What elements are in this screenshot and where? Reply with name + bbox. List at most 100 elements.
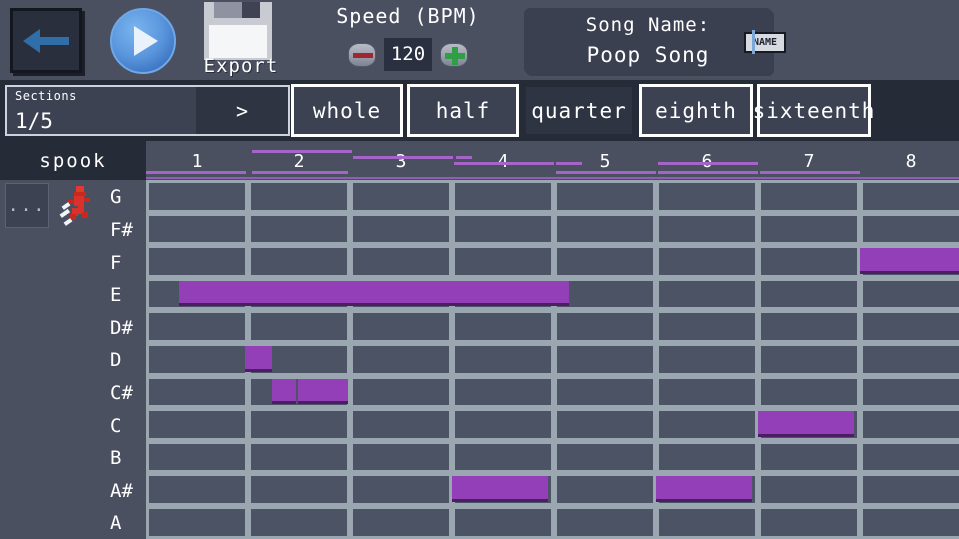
grid-cell[interactable] (863, 281, 959, 308)
grid-cell[interactable] (353, 411, 449, 438)
grid-cell[interactable] (251, 411, 347, 438)
grid-cell[interactable] (863, 476, 959, 503)
grid-cell[interactable] (149, 509, 245, 536)
grid-cell[interactable] (455, 379, 551, 406)
grid-cell[interactable] (149, 411, 245, 438)
back-button[interactable] (10, 8, 82, 73)
note-block-Asharp[interactable] (656, 476, 752, 502)
grid-cell[interactable] (455, 509, 551, 536)
grid-cell[interactable] (761, 183, 857, 210)
grid-cell[interactable] (455, 183, 551, 210)
play-button[interactable] (108, 8, 178, 73)
track-name-button[interactable]: spook (0, 141, 146, 180)
grid-cell[interactable] (659, 248, 755, 275)
duration-button-eighth[interactable]: eighth (639, 84, 753, 137)
grid-cell[interactable] (251, 216, 347, 243)
duration-button-half[interactable]: half (407, 84, 519, 137)
grid-cell[interactable] (557, 183, 653, 210)
grid-cell[interactable] (863, 313, 959, 340)
note-block-C[interactable] (758, 411, 854, 437)
note-block-F[interactable] (860, 248, 959, 274)
grid-cell[interactable] (149, 379, 245, 406)
note-block-Asharp[interactable] (452, 476, 548, 502)
plus-circle-icon[interactable] (440, 43, 468, 67)
grid-cell[interactable] (863, 379, 959, 406)
running-figure-icon[interactable] (58, 184, 96, 226)
grid-cell[interactable] (353, 248, 449, 275)
grid-cell[interactable] (863, 444, 959, 471)
track-options-button[interactable]: ... (5, 183, 49, 228)
grid-cell[interactable] (455, 444, 551, 471)
grid-cell[interactable] (353, 216, 449, 243)
grid-cell[interactable] (353, 313, 449, 340)
grid-cell[interactable] (659, 509, 755, 536)
name-edit-button[interactable]: NAME (744, 32, 786, 53)
grid-cell[interactable] (761, 313, 857, 340)
grid-cell[interactable] (761, 281, 857, 308)
grid-cell[interactable] (659, 444, 755, 471)
grid-cell[interactable] (455, 248, 551, 275)
grid-cell[interactable] (353, 183, 449, 210)
note-block-Csharp[interactable] (272, 379, 296, 405)
grid-cell[interactable] (149, 444, 245, 471)
grid-cell[interactable] (557, 509, 653, 536)
grid-cell[interactable] (761, 509, 857, 536)
grid-cell[interactable] (251, 476, 347, 503)
note-block-D[interactable] (245, 346, 272, 372)
grid-cell[interactable] (455, 216, 551, 243)
piano-roll-grid[interactable] (146, 180, 959, 539)
grid-cell[interactable] (863, 183, 959, 210)
grid-cell[interactable] (557, 281, 653, 308)
grid-cell[interactable] (557, 313, 653, 340)
grid-cell[interactable] (149, 346, 245, 373)
grid-cell[interactable] (557, 346, 653, 373)
grid-cell[interactable] (149, 313, 245, 340)
grid-cell[interactable] (251, 248, 347, 275)
grid-cell[interactable] (455, 411, 551, 438)
grid-cell[interactable] (659, 313, 755, 340)
grid-cell[interactable] (557, 248, 653, 275)
grid-cell[interactable] (659, 183, 755, 210)
grid-cell[interactable] (455, 346, 551, 373)
duration-button-sixteenth[interactable]: sixteenth (757, 84, 871, 137)
grid-cell[interactable] (251, 183, 347, 210)
grid-cell[interactable] (863, 509, 959, 536)
grid-cell[interactable] (557, 476, 653, 503)
grid-cell[interactable] (149, 183, 245, 210)
sections-panel[interactable]: Sections 1/5 > (5, 85, 290, 136)
grid-cell[interactable] (659, 346, 755, 373)
grid-cell[interactable] (761, 379, 857, 406)
grid-cell[interactable] (761, 444, 857, 471)
grid-cell[interactable] (863, 216, 959, 243)
grid-cell[interactable] (149, 216, 245, 243)
note-block-E[interactable] (179, 281, 569, 307)
grid-cell[interactable] (659, 281, 755, 308)
grid-cell[interactable] (455, 313, 551, 340)
grid-cell[interactable] (149, 476, 245, 503)
grid-cell[interactable] (761, 346, 857, 373)
duration-button-whole[interactable]: whole (291, 84, 403, 137)
grid-cell[interactable] (761, 248, 857, 275)
grid-cell[interactable] (557, 411, 653, 438)
grid-cell[interactable] (557, 444, 653, 471)
export-button[interactable]: Export (196, 2, 286, 78)
grid-cell[interactable] (761, 476, 857, 503)
grid-cell[interactable] (149, 248, 245, 275)
grid-cell[interactable] (353, 476, 449, 503)
grid-cell[interactable] (251, 313, 347, 340)
beat-ruler[interactable]: 12345678 (146, 141, 959, 180)
duration-button-quarter[interactable]: quarter (523, 84, 635, 137)
grid-cell[interactable] (353, 346, 449, 373)
sections-next-button[interactable]: > (196, 87, 288, 134)
minus-circle-icon[interactable] (348, 43, 376, 67)
grid-cell[interactable] (863, 346, 959, 373)
grid-cell[interactable] (353, 444, 449, 471)
grid-cell[interactable] (761, 216, 857, 243)
grid-cell[interactable] (353, 509, 449, 536)
bpm-value[interactable]: 120 (384, 38, 432, 71)
grid-cell[interactable] (251, 509, 347, 536)
grid-cell[interactable] (659, 216, 755, 243)
grid-cell[interactable] (557, 379, 653, 406)
grid-cell[interactable] (659, 379, 755, 406)
grid-cell[interactable] (863, 411, 959, 438)
